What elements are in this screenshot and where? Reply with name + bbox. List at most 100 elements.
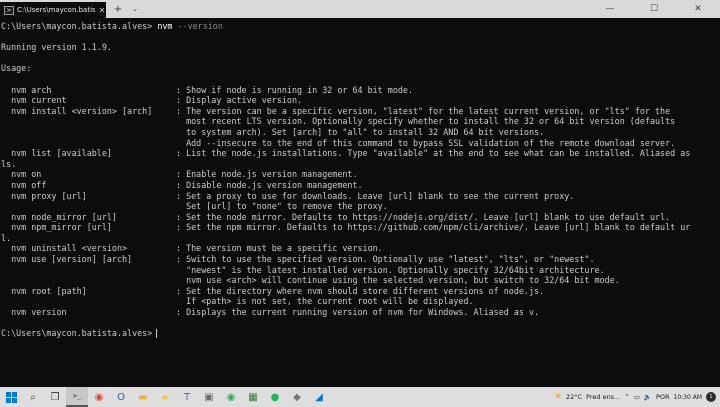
usage-row: nvm root [path] : Set the directory where… [1,286,720,297]
usage-description: : Switch to use the specified version. O… [176,254,595,265]
close-window-button[interactable]: ✕ [676,0,720,18]
usage-row: most recent LTS version. Optionally spec… [1,116,720,127]
notification-badge[interactable]: 1 [706,392,716,402]
usage-command-blank [1,127,176,138]
usage-row: nvm off : Disable node.js version managem… [1,180,720,191]
usage-row: nvm list [available]: List the node.js i… [1,148,720,159]
network-icon[interactable]: ▭ [634,393,640,401]
teams-app-icon[interactable]: T [176,387,198,407]
running-version: Running version 1.1.9. [1,42,112,53]
usage-command-blank [1,296,176,307]
usage-description: : Disable node.js version management. [176,179,363,190]
usage-row: nvm node_mirror [url] : Set the node mirr… [1,212,720,223]
prompt: C:\Users\maycon.batista.alves> [1,21,153,31]
app-8-icon[interactable]: ◆ [286,387,308,407]
app-4-icon[interactable]: ▣ [198,387,220,407]
command-line: C:\Users\maycon.batista.alves> nvm --ver… [1,21,720,32]
usage-description: If <path> is not set, the current root w… [176,296,474,307]
usage-row: nvm current : Display active version. [1,95,720,106]
usage-row: nvm install <version> [arch] : The versio… [1,106,720,117]
taskview-app-icon[interactable]: ❐ [44,387,66,407]
clock[interactable]: 10:30 AM [674,394,702,401]
terminal-icon: > [4,5,14,15]
terminal-tab[interactable]: > C:\Users\maycon.batista.alves ✕ [0,2,106,18]
usage-command-blank [1,116,176,127]
usage-row: Add --insecure to the end of this comman… [1,138,720,149]
usage-description: : Show if node is running in 32 or 64 bi… [176,84,413,95]
usage-description: : Displays the current running version o… [176,307,540,318]
title-bar: > C:\Users\maycon.batista.alves ✕ + ⌄ — … [0,0,720,18]
chrome-app-2-icon[interactable]: ◉ [220,387,242,407]
files-app-icon[interactable]: ▬ [132,387,154,407]
outlook-app-icon[interactable]: O [110,387,132,407]
usage-wrap-text: ls. [1,158,17,169]
text-cursor [156,329,158,339]
usage-row: nvm version : Displays the current runnin… [1,307,720,318]
usage-description: Add --insecure to the end of this comman… [176,137,676,148]
weather-icon[interactable]: ☀ [554,392,562,402]
tab-close-icon[interactable]: ✕ [98,6,106,15]
search-app-icon[interactable]: ⌕ [22,387,44,407]
volume-icon[interactable]: 🔈 [644,393,652,401]
usage-command: nvm root [path] [1,285,87,296]
usage-description: Set [url] to "none" to remove the proxy. [176,201,388,212]
usage-description: : Set the node mirror. Defaults to https… [176,211,671,222]
windows-logo-icon [5,391,17,403]
final-prompt: C:\Users\maycon.batista.alves> [1,328,153,339]
start-button[interactable] [0,387,22,407]
usage-header: Usage: [1,63,32,74]
usage-list: nvm arch: Show if node is running in 32 … [1,85,720,318]
language-indicator[interactable]: POR [656,393,670,401]
tab-title: C:\Users\maycon.batista.alves [17,6,95,14]
final-prompt-line: C:\Users\maycon.batista.alves> [1,328,720,339]
clock-time: 10:30 AM [673,393,702,401]
usage-command: nvm npm_mirror [url] [1,222,112,233]
taskbar-apps: ⌕ ❐ >_ ◉ O ▬ ▰ T ▣ ◉ ▦ ● ◆ ◢ [22,387,330,407]
command-name: nvm [157,21,173,31]
usage-row: nvm on: Enable node.js version managemen… [1,169,720,180]
new-tab-button[interactable]: + [108,0,128,18]
usage-description: : The version can be a specific version,… [176,105,671,116]
usage-description: nvm use <arch> will continue using the s… [176,275,620,286]
usage-command: nvm current [1,95,67,106]
explorer-app-icon[interactable]: ▰ [154,387,176,407]
terminal-output[interactable]: C:\Users\maycon.batista.alves> nvm --ver… [0,18,720,387]
usage-row: nvm npm_mirror [url]: Set the npm mirror… [1,222,720,233]
usage-command: nvm node_mirror [url] [1,211,117,222]
usage-row: nvm proxy [url] : Set a proxy to use for … [1,191,720,202]
usage-description: "newest" is the latest installed version… [176,264,605,275]
usage-command: nvm on [1,169,42,180]
command-args: --version [177,21,223,31]
usage-command: nvm proxy [url] [1,190,87,201]
usage-description: most recent LTS version. Optionally spec… [176,116,676,127]
usage-description: : The version must be a specific version… [176,243,383,254]
usage-description: : Display active version. [176,95,303,106]
usage-description: to system arch). Set [arch] to "all" to … [176,126,545,137]
chrome-app-icon[interactable]: ◉ [88,387,110,407]
usage-row: nvm arch: Show if node is running in 32 … [1,85,720,96]
usage-command-blank [1,138,176,149]
usage-row: nvm use [version] [arch]: Switch to use … [1,254,720,265]
usage-command-blank [1,201,176,212]
usage-row: Set [url] to "none" to remove the proxy. [1,201,720,212]
usage-command: nvm version [1,307,67,318]
usage-wrap-text: l. [1,232,12,243]
weather-text[interactable]: Pred ens... [586,393,620,401]
maximize-button[interactable]: ☐ [632,0,676,18]
tab-dropdown-icon[interactable]: ⌄ [128,0,142,18]
usage-command: nvm off [1,179,47,190]
usage-row: "newest" is the latest installed version… [1,265,720,276]
chevron-up-icon[interactable]: ⌃ [624,393,629,401]
weather-temp[interactable]: 22°C [566,393,582,401]
usage-row: If <path> is not set, the current root w… [1,296,720,307]
usage-command-blank [1,275,176,286]
usage-command: nvm install <version> [arch] [1,105,153,116]
vscode-app-icon[interactable]: ◢ [308,387,330,407]
spotify-app-icon[interactable]: ● [264,387,286,407]
usage-description: : Set the directory where nvm should sto… [176,285,545,296]
minimize-button[interactable]: — [588,0,632,18]
usage-description: : Set a proxy to use for downloads. Leav… [176,190,575,201]
usage-row: nvm use <arch> will continue using the s… [1,275,720,286]
app-6-icon[interactable]: ▦ [242,387,264,407]
terminal-app-icon[interactable]: >_ [66,387,88,407]
